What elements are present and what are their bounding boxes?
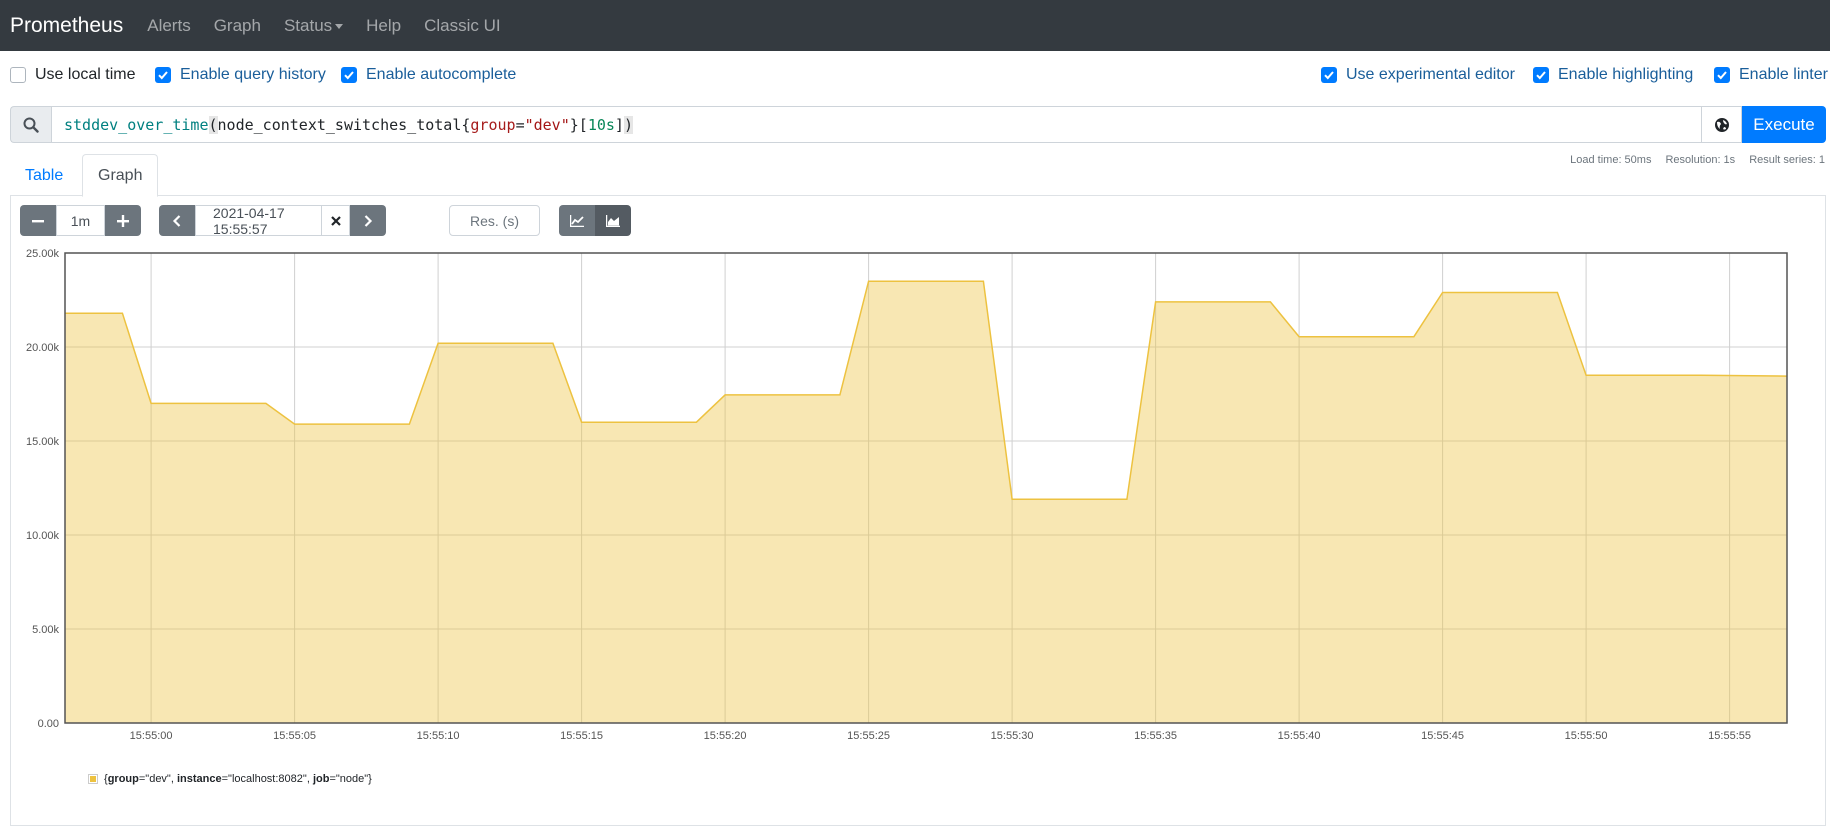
y-tick-label: 10.00k xyxy=(26,530,60,542)
x-tick-label: 15:55:55 xyxy=(1708,730,1751,742)
x-tick-label: 15:55:45 xyxy=(1421,730,1464,742)
x-tick-label: 15:55:15 xyxy=(560,730,603,742)
x-tick-label: 15:55:30 xyxy=(991,730,1034,742)
x-tick-label: 15:55:10 xyxy=(417,730,460,742)
y-tick-label: 5.00k xyxy=(32,624,59,636)
y-tick-label: 25.00k xyxy=(26,248,60,260)
y-tick-label: 15.00k xyxy=(26,436,60,448)
graph-chart: 0.00 5.00k 10.00k 15.00k 20.00k 25.00k 15:55:0… xyxy=(0,0,1830,813)
x-tick-label: 15:55:00 xyxy=(130,730,173,742)
legend-series-label[interactable]: {group="dev", instance="localhost:8082",… xyxy=(104,773,372,785)
x-tick-label: 15:55:05 xyxy=(273,730,316,742)
x-tick-label: 15:55:50 xyxy=(1565,730,1608,742)
x-tick-label: 15:55:25 xyxy=(847,730,890,742)
x-tick-label: 15:55:20 xyxy=(704,730,747,742)
y-tick-label: 20.00k xyxy=(26,342,60,354)
x-tick-label: 15:55:35 xyxy=(1134,730,1177,742)
y-tick-label: 0.00 xyxy=(38,718,59,730)
legend-color-swatch[interactable] xyxy=(88,774,98,784)
graph-legend: {group="dev", instance="localhost:8082",… xyxy=(88,773,372,785)
x-tick-label: 15:55:40 xyxy=(1278,730,1321,742)
